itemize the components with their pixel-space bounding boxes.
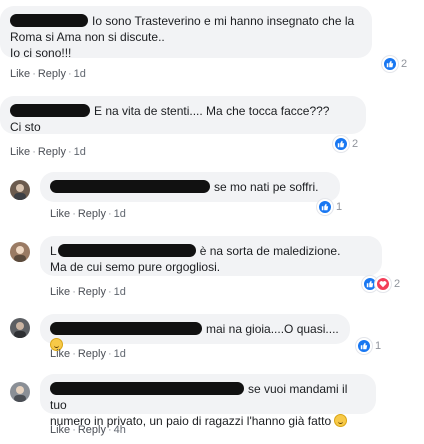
reaction-count[interactable]: 2 [382, 56, 407, 72]
timestamp[interactable]: 1d [114, 208, 126, 220]
timestamp[interactable]: 1d [74, 68, 86, 80]
avatar[interactable] [10, 382, 30, 402]
reaction-count[interactable]: 1 [356, 338, 381, 354]
thumbs-up-icon [333, 136, 349, 152]
comment-line: Io sono Trasteverino e mi hanno insegnat… [10, 13, 362, 29]
thumbs-up-icon [317, 199, 333, 215]
comment-line: Ma de cui semo pure orgogliosi. [50, 260, 221, 274]
heart-icon [375, 276, 391, 292]
like-link[interactable]: Like [10, 68, 30, 80]
reaction-count[interactable]: 2 [333, 136, 358, 152]
reply-link[interactable]: Reply [78, 348, 106, 360]
thumbs-up-icon [356, 338, 372, 354]
reply-bubble: Lè na sorta de maledizione. Ma de cui se… [40, 236, 382, 276]
avatar[interactable] [10, 318, 30, 338]
like-link[interactable]: Like [50, 286, 70, 298]
smiley-icon [334, 414, 348, 427]
timestamp[interactable]: 1d [74, 146, 86, 158]
redacted-author-name[interactable] [50, 322, 202, 335]
reply-link[interactable]: Reply [78, 286, 106, 298]
comment-actions: Like · Reply · 1d [10, 146, 86, 158]
like-link[interactable]: Like [10, 146, 30, 158]
reply-actions: Like · Reply · 4h [50, 424, 126, 436]
timestamp[interactable]: 1d [114, 286, 126, 298]
comment-line: Ci sto [10, 120, 41, 134]
comment-bubble: E na vita de stenti.... Ma che tocca fac… [0, 96, 366, 134]
reply-bubble: se mo nati pe soffri. [40, 172, 340, 202]
avatar[interactable] [10, 180, 30, 200]
comment-bubble: Io sono Trasteverino e mi hanno insegnat… [0, 6, 372, 60]
reply-link[interactable]: Reply [38, 146, 66, 158]
timestamp[interactable]: 1d [114, 348, 126, 360]
redacted-author-name[interactable] [57, 244, 196, 257]
comment-line: se mo nati pe soffri. [50, 179, 330, 195]
avatar[interactable] [10, 242, 30, 262]
reply-actions: Like · Reply · 1d [50, 286, 126, 298]
reaction-count[interactable]: 1 [317, 199, 342, 215]
redacted-author-name[interactable] [10, 104, 90, 117]
comment-line: E na vita de stenti.... Ma che tocca fac… [10, 103, 356, 119]
comment-line: se vuoi mandami il tuo [50, 382, 348, 412]
reply-actions: Like · Reply · 1d [50, 208, 126, 220]
reply-link[interactable]: Reply [38, 68, 66, 80]
redacted-author-name[interactable] [50, 382, 244, 395]
reaction-count[interactable]: 2 [362, 276, 400, 292]
like-link[interactable]: Like [50, 348, 70, 360]
comment-line: Lè na sorta de maledizione. [50, 244, 341, 258]
reply-bubble: mai na gioia....O quasi.... [40, 314, 350, 351]
timestamp[interactable]: 4h [114, 424, 126, 436]
redacted-author-name[interactable] [50, 180, 210, 193]
like-link[interactable]: Like [50, 424, 70, 436]
reply-bubble: se vuoi mandami il tuo numero in privato… [40, 374, 376, 428]
like-link[interactable]: Like [50, 208, 70, 220]
reply-actions: Like · Reply · 1d [50, 348, 126, 360]
comment-actions: Like · Reply · 1d [10, 68, 86, 80]
comment-line: Roma si Ama non si discute.. [10, 30, 165, 44]
thumbs-up-icon [382, 56, 398, 72]
redacted-author-name[interactable] [10, 14, 88, 27]
comment-line: Io ci sono!!! [10, 46, 72, 60]
reply-link[interactable]: Reply [78, 208, 106, 220]
reply-link[interactable]: Reply [78, 424, 106, 436]
